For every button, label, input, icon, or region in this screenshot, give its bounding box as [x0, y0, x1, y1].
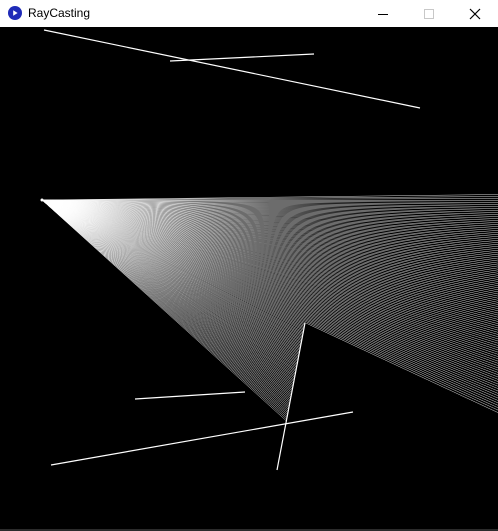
- app-icon: [8, 6, 22, 20]
- ray: [41, 199, 498, 355]
- wall-segment: [276, 322, 306, 471]
- wall-segment: [50, 411, 354, 466]
- maximize-button[interactable]: [406, 0, 452, 27]
- wall-segment: [43, 29, 421, 109]
- maximize-icon: [424, 8, 434, 19]
- close-button[interactable]: [452, 0, 498, 27]
- ray-fan: [41, 194, 498, 422]
- ray: [41, 199, 498, 406]
- ray: [41, 199, 498, 327]
- raycasting-window: RayCasting: [0, 0, 498, 531]
- ray: [41, 199, 498, 360]
- ray: [41, 199, 498, 366]
- raycasting-canvas[interactable]: [0, 27, 498, 529]
- ray: [41, 199, 498, 413]
- window-title: RayCasting: [28, 6, 91, 20]
- minimize-button[interactable]: [360, 0, 406, 27]
- close-icon: [469, 8, 481, 19]
- title-bar[interactable]: RayCasting: [0, 0, 498, 27]
- light-source[interactable]: [40, 198, 44, 202]
- minimize-icon: [378, 13, 388, 15]
- wall-segment: [169, 53, 315, 62]
- wall-segment: [134, 391, 246, 400]
